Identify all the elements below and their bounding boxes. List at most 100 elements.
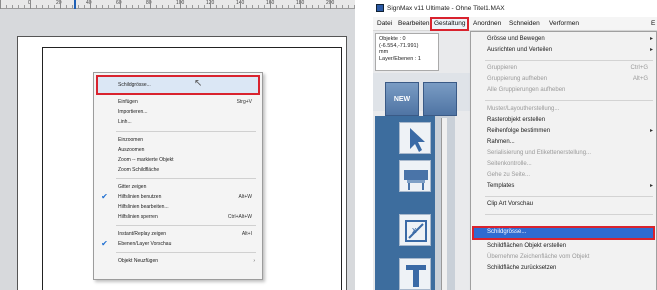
right-screenshot-panel: SignMax v11 Ultimate - Ohne Titel1.MAX D… bbox=[373, 0, 657, 290]
ruler-tick bbox=[72, 5, 73, 9]
ruler-tick bbox=[312, 5, 313, 9]
menu-item-ebenen-vorschau[interactable]: Ebenen/Layer Vorschau bbox=[94, 239, 264, 249]
ruler-tick bbox=[174, 5, 175, 9]
menu-item-rasterobjekt[interactable]: Rasterobjekt erstellen bbox=[471, 115, 657, 126]
menu-item-hilfslinien-benutzen[interactable]: Hilfslinien benutzen Alt+W bbox=[94, 192, 264, 202]
menu-item-reihenfolge[interactable]: Reihenfolge bestimmen ▸ bbox=[471, 126, 657, 137]
menu-item-muster-layout[interactable]: Muster/Layoutherstellung... bbox=[471, 104, 657, 115]
menu-verformen[interactable]: Verformen bbox=[547, 17, 581, 31]
menu-item-einzoomen[interactable]: Einzoomen bbox=[94, 135, 264, 145]
menu-schneiden[interactable]: Schneiden bbox=[507, 17, 542, 31]
menu-item-label: Einfügen bbox=[118, 99, 138, 105]
ruler-position-marker bbox=[74, 0, 76, 9]
ruler-tick bbox=[66, 5, 67, 9]
menu-item-gruppieren[interactable]: Gruppieren Ctrl+G bbox=[471, 63, 657, 74]
menu-item-hilfslinien-bearbeiten[interactable]: Hilfslinien bearbeiten... bbox=[94, 202, 264, 212]
ruler-tick bbox=[120, 0, 121, 9]
menu-e[interactable]: E bbox=[649, 17, 657, 31]
menu-datei[interactable]: Datei bbox=[375, 17, 394, 31]
menu-item-seitenkontrolle[interactable]: Seitenkontrolle... bbox=[471, 159, 657, 170]
window-title: SignMax v11 Ultimate - Ohne Titel1.MAX bbox=[387, 5, 505, 12]
menu-item-serialisierung[interactable]: Serialisierung und Etikettenerstellung..… bbox=[471, 148, 657, 159]
open-button[interactable] bbox=[423, 82, 457, 116]
menu-anordnen[interactable]: Anordnen bbox=[471, 17, 503, 31]
submenu-arrow-icon: ▸ bbox=[649, 47, 653, 53]
ruler-tick bbox=[324, 5, 325, 9]
ruler-tick bbox=[264, 5, 265, 9]
menu-item-objekt-neuzfuegen[interactable]: Objekt Neuzfügen › bbox=[94, 256, 264, 266]
menu-item-schildflaeche-zuruecksetzen[interactable]: Schildfläche zurücksetzen bbox=[471, 263, 657, 274]
menu-item-label: Ebenen/Layer Vorschau bbox=[118, 241, 172, 247]
menu-item-gitter-zeigen[interactable]: Gitter zeigen bbox=[94, 182, 264, 192]
menu-item-hilfslinien-sperren[interactable]: Hilfslinien sperren Ctrl+Alt+W bbox=[94, 212, 264, 222]
ruler-tick bbox=[90, 0, 91, 9]
menu-item-alle-gruppierungen[interactable]: Alle Gruppierungen aufheben bbox=[471, 85, 657, 96]
menu-item-label: Schildfläche zurücksetzen bbox=[487, 265, 557, 271]
menu-item-label: Linh... bbox=[118, 119, 132, 125]
menu-item-linh[interactable]: Linh... bbox=[94, 117, 264, 127]
menu-item-label: Objekt Neuzfügen bbox=[118, 258, 159, 264]
object-info-panel: Objekte : 0 (-6.554,-71.991) mm Layer/Eb… bbox=[375, 33, 439, 71]
size-tool[interactable]: x bbox=[399, 214, 431, 246]
ruler-tick bbox=[222, 5, 223, 9]
ruler-tick bbox=[48, 5, 49, 9]
menu-item-label: Ausrichten und Verteilen bbox=[487, 47, 553, 53]
select-tool[interactable] bbox=[399, 122, 431, 154]
ruler-tick bbox=[294, 5, 295, 9]
menu-separator bbox=[116, 225, 256, 226]
menu-item-label: Übernehme Zeichenfläche vom Objekt bbox=[487, 254, 590, 260]
menu-bearbeiten[interactable]: Bearbeiten bbox=[396, 17, 431, 31]
ruler-tick bbox=[258, 5, 259, 9]
ruler-tick bbox=[156, 5, 157, 9]
menu-item-label: Schildgrösse... bbox=[118, 82, 151, 88]
submenu-arrow-icon: ▸ bbox=[649, 36, 653, 42]
text-tool[interactable] bbox=[399, 258, 431, 290]
ruler-tick bbox=[330, 0, 331, 9]
ruler-tick bbox=[348, 5, 349, 9]
ruler-tick bbox=[126, 5, 127, 9]
menu-item-clip-art[interactable]: Clip Art Vorschau bbox=[471, 199, 657, 210]
menu-item-uebernehme-zeichenflaeche[interactable]: Übernehme Zeichenfläche vom Objekt bbox=[471, 252, 657, 263]
title-bar: SignMax v11 Ultimate - Ohne Titel1.MAX bbox=[373, 0, 657, 17]
ruler-tick bbox=[84, 5, 85, 9]
menu-item-label: Instant/Replay zeigen bbox=[118, 231, 167, 237]
plotter-tool[interactable] bbox=[399, 160, 431, 192]
menu-item-auszoomen[interactable]: Auszoomen bbox=[94, 145, 264, 155]
ruler-tick bbox=[162, 5, 163, 9]
ruler-tick bbox=[318, 5, 319, 9]
ruler-tick bbox=[6, 5, 7, 9]
layer-count: Layer/Ebenen : 1 bbox=[379, 55, 421, 62]
ruler-tick bbox=[192, 5, 193, 9]
horizontal-ruler: 0 20 40 60 80 100 120 140 160 180 200 bbox=[0, 0, 355, 9]
plotter-icon bbox=[404, 170, 428, 190]
menu-item-schildflaechen-objekt[interactable]: Schildflächen Objekt erstellen bbox=[471, 241, 657, 252]
app-icon bbox=[376, 4, 384, 12]
menu-item-ausrichten[interactable]: Ausrichten und Verteilen ▸ bbox=[471, 45, 657, 56]
menu-item-importieren[interactable]: Importieren... bbox=[94, 107, 264, 117]
ruler-tick bbox=[216, 5, 217, 9]
menu-item-schildgroesse[interactable]: Schildgrösse... bbox=[94, 80, 264, 90]
ruler-tick bbox=[342, 5, 343, 9]
ruler-tick bbox=[138, 5, 139, 9]
ruler-tick bbox=[198, 5, 199, 9]
menu-item-gruppierung-aufheben[interactable]: Gruppierung aufheben Alt+G bbox=[471, 74, 657, 85]
menu-item-gehe-zu-seite[interactable]: Gehe zu Seite... bbox=[471, 170, 657, 181]
menu-gestaltung[interactable]: Gestaltung bbox=[430, 17, 470, 31]
menu-item-label: Hilfslinien benutzen bbox=[118, 194, 162, 200]
menu-separator bbox=[485, 100, 653, 101]
ruler-tick bbox=[24, 5, 25, 9]
new-button[interactable]: NEW bbox=[385, 82, 419, 116]
menu-item-rahmen[interactable]: Rahmen... bbox=[471, 137, 657, 148]
menu-item-zoom-markierte[interactable]: Zoom -- markierte Objekt bbox=[94, 155, 264, 165]
menu-item-schildgroesse[interactable]: Schildgrösse... bbox=[471, 227, 657, 238]
ruler-tick bbox=[270, 0, 271, 9]
menu-item-groesse-bewegen[interactable]: Grösse und Bewegen ▸ bbox=[471, 34, 657, 45]
menu-item-templates[interactable]: Templates ▸ bbox=[471, 181, 657, 192]
menu-item-einfuegen[interactable]: Einfügen Strg+V bbox=[94, 97, 264, 107]
ruler-tick bbox=[288, 5, 289, 9]
menu-item-instant-replay[interactable]: Instant/Replay zeigen Alt+I bbox=[94, 229, 264, 239]
menu-item-label: Rasterobjekt erstellen bbox=[487, 117, 546, 123]
ruler-tick bbox=[210, 0, 211, 9]
ruler-tick bbox=[240, 0, 241, 9]
menu-item-zoom-schildflaeche[interactable]: Zoom Schildfläche bbox=[94, 165, 264, 175]
